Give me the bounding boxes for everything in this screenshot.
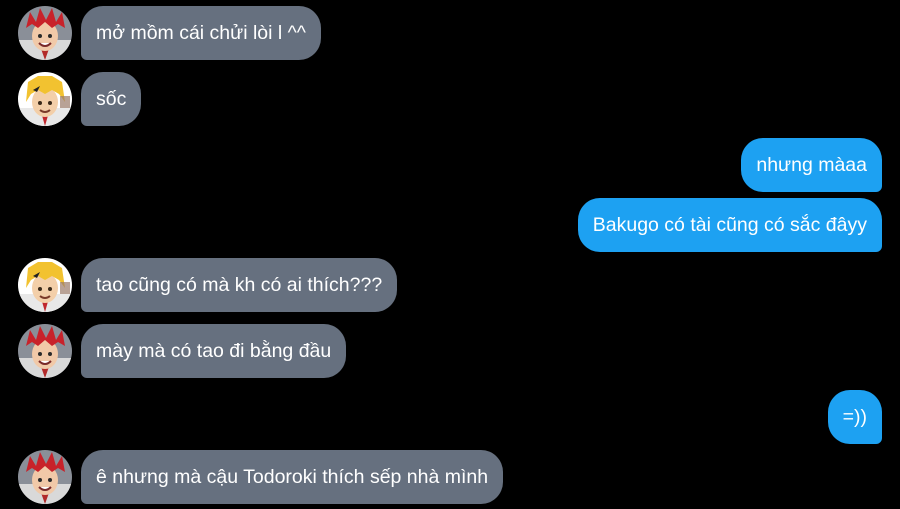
avatar-kirishima[interactable]: [18, 324, 72, 378]
avatar-kaminari[interactable]: [18, 72, 72, 126]
message-bubble-incoming[interactable]: sốc: [81, 72, 142, 126]
message-bubble-outgoing[interactable]: =)): [827, 390, 882, 444]
message-bubble-incoming[interactable]: tao cũng có mà kh có ai thích???: [81, 258, 398, 312]
message-bubble-outgoing[interactable]: nhưng màaa: [741, 138, 882, 192]
avatar-kirishima[interactable]: [18, 6, 72, 60]
red-spiky-hair-avatar-icon: [18, 450, 72, 504]
message-bubble-incoming[interactable]: mở mồm cái chửi lòi l ^^: [81, 6, 321, 60]
blonde-hair-avatar-icon: [18, 258, 72, 312]
blonde-hair-avatar-icon: [18, 72, 72, 126]
avatar-kirishima[interactable]: [18, 450, 72, 504]
avatar-kaminari[interactable]: [18, 258, 72, 312]
message-bubble-outgoing[interactable]: Bakugo có tài cũng có sắc đâyy: [577, 198, 882, 252]
red-spiky-hair-avatar-icon: [18, 6, 72, 60]
red-spiky-hair-avatar-icon: [18, 324, 72, 378]
message-bubble-incoming[interactable]: ê nhưng mà cậu Todoroki thích sếp nhà mì…: [81, 450, 504, 504]
message-bubble-incoming[interactable]: mày mà có tao đi bằng đầu: [81, 324, 347, 378]
